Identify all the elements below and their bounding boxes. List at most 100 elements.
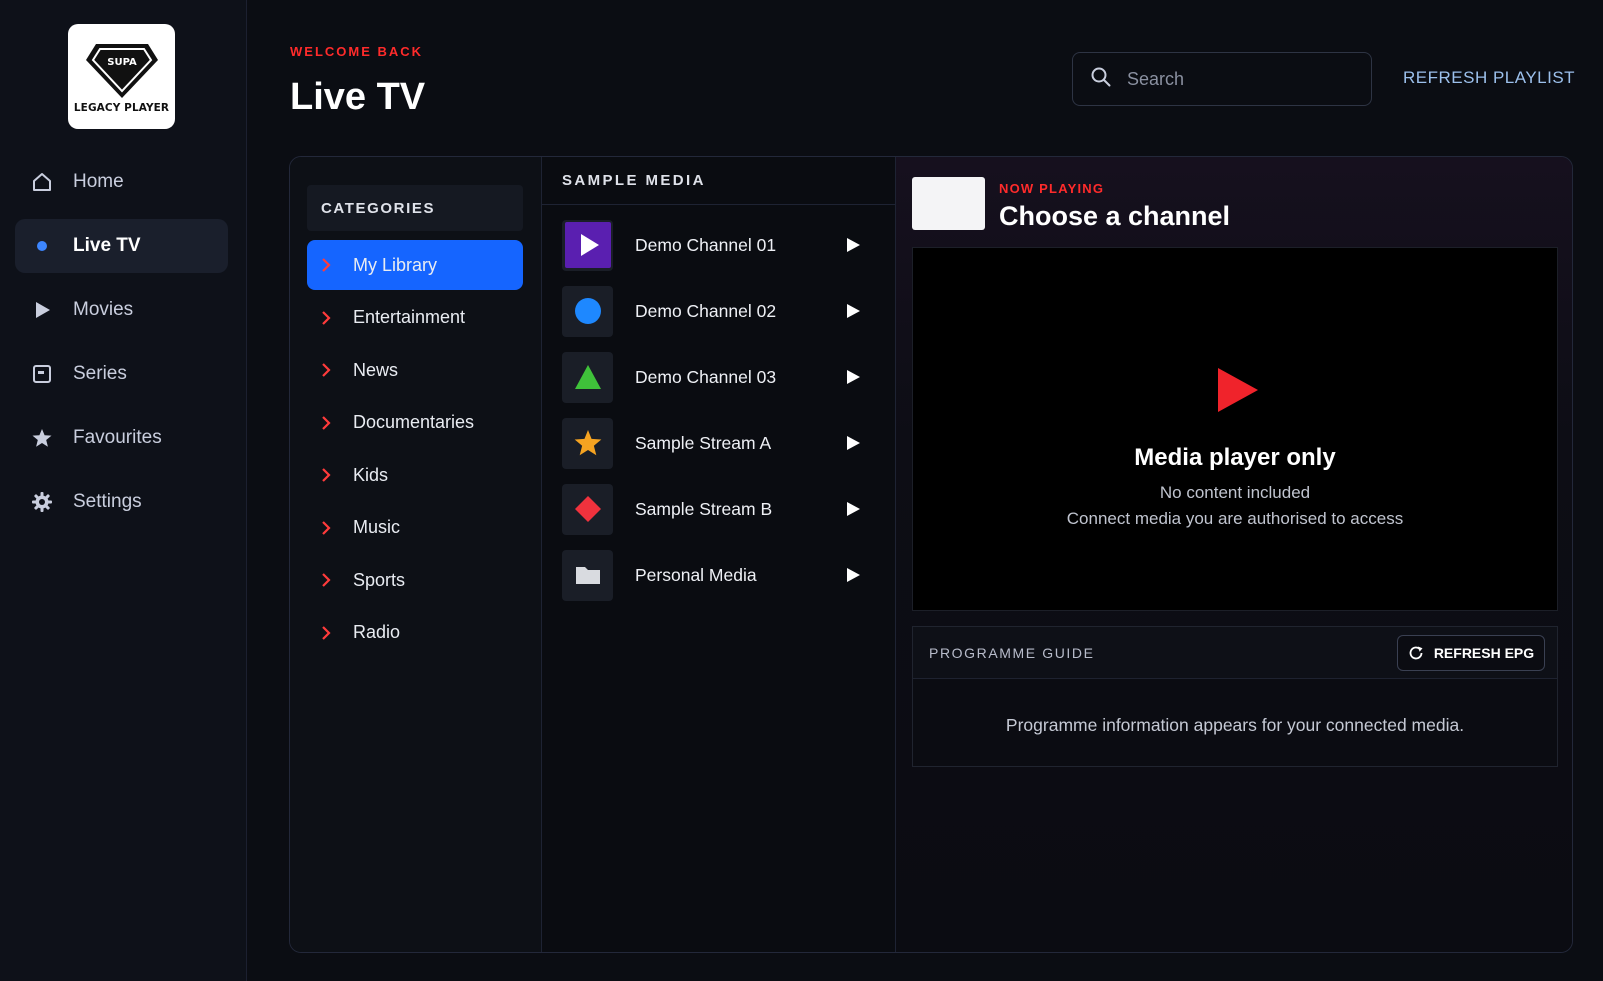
live-tv-panel: CATEGORIES My Library Entertainment News…	[289, 156, 1573, 953]
category-item-documentaries[interactable]: Documentaries	[307, 398, 523, 448]
video-player[interactable]: Media player only No content included Co…	[912, 247, 1558, 611]
sidebar-item-label: Series	[73, 363, 127, 384]
player-message-line-2: Connect media you are authorised to acce…	[1066, 509, 1404, 528]
play-icon[interactable]	[845, 567, 861, 583]
media-title: Demo Channel 03	[635, 366, 777, 387]
folder-icon	[575, 567, 600, 584]
sidebar-nav: Home Live TV Movies Series Favourites Se…	[15, 155, 228, 539]
play-icon	[31, 299, 53, 321]
sidebar-item-label: Home	[73, 171, 124, 192]
logo-bottom-text: LEGACY PLAYER	[73, 101, 170, 114]
media-header: SAMPLE MEDIA	[542, 157, 895, 205]
play-icon[interactable]	[845, 369, 861, 385]
media-item-demo-channel-02[interactable]: Demo Channel 02	[562, 285, 895, 337]
chevron-right-icon	[322, 415, 331, 430]
category-item-my-library[interactable]: My Library	[307, 240, 523, 290]
sidebar: SUPA LEGACY PLAYER Home Live TV Movies S…	[0, 0, 247, 981]
search-icon	[1091, 67, 1111, 92]
now-playing-label: NOW PLAYING	[999, 181, 1105, 196]
player-heading: Media player only	[1134, 444, 1336, 471]
search-box[interactable]	[1072, 52, 1372, 106]
programme-guide-header: PROGRAMME GUIDE REFRESH EPG	[913, 627, 1557, 679]
media-item-demo-channel-01[interactable]: Demo Channel 01	[562, 219, 895, 271]
chevron-right-icon	[322, 468, 331, 482]
category-item-radio[interactable]: Radio	[307, 608, 523, 658]
dot-icon	[31, 235, 53, 257]
category-item-kids[interactable]: Kids	[307, 450, 523, 500]
chevron-right-icon	[322, 310, 331, 325]
sidebar-item-label: Settings	[73, 491, 142, 512]
sidebar-item-favourites[interactable]: Favourites	[15, 411, 228, 465]
search-input[interactable]	[1127, 68, 1347, 90]
programme-guide-message: Programme information appears for your c…	[1005, 715, 1465, 735]
media-title: Personal Media	[635, 564, 757, 585]
media-item-sample-stream-b[interactable]: Sample Stream B	[562, 483, 895, 535]
chevron-right-icon	[322, 573, 331, 587]
category-item-sports[interactable]: Sports	[307, 555, 523, 605]
sidebar-item-live-tv[interactable]: Live TV	[15, 219, 228, 273]
media-item-personal-media[interactable]: Personal Media	[562, 549, 895, 601]
welcome-label: WELCOME BACK	[290, 44, 424, 59]
programme-guide-title: PROGRAMME GUIDE	[929, 644, 1095, 661]
play-icon[interactable]	[845, 501, 861, 517]
refresh-icon	[1409, 646, 1423, 660]
player-column: NOW PLAYING Choose a channel Media playe…	[896, 157, 1572, 952]
page-title: Live TV	[290, 76, 426, 118]
green-triangle-icon	[574, 365, 601, 389]
media-thumbnail	[562, 549, 613, 601]
categories-column: CATEGORIES My Library Entertainment News…	[290, 157, 542, 952]
category-label: Sports	[353, 569, 406, 590]
programme-guide: PROGRAMME GUIDE REFRESH EPG Programme in…	[912, 626, 1558, 767]
media-item-sample-stream-a[interactable]: Sample Stream A	[562, 417, 895, 469]
media-thumbnail	[562, 417, 613, 469]
sidebar-item-label: Live TV	[73, 235, 141, 256]
purple-play-icon	[564, 222, 611, 268]
media-title: Demo Channel 02	[635, 300, 777, 321]
media-thumbnail	[562, 219, 613, 271]
chevron-right-icon	[322, 625, 331, 640]
chevron-right-icon	[322, 363, 331, 377]
category-item-entertainment[interactable]: Entertainment	[307, 293, 523, 343]
logo-top-text: SUPA	[107, 57, 137, 68]
sidebar-item-series[interactable]: Series	[15, 347, 228, 401]
player-message-line-1: No content included	[1159, 483, 1311, 502]
now-playing-thumbnail	[912, 177, 985, 230]
sidebar-item-movies[interactable]: Movies	[15, 283, 228, 337]
categories-header: CATEGORIES	[307, 185, 523, 231]
category-label: My Library	[353, 254, 438, 275]
category-item-news[interactable]: News	[307, 345, 523, 395]
media-column: SAMPLE MEDIA Demo Channel 01 Demo Channe…	[542, 157, 896, 952]
refresh-epg-label: REFRESH EPG	[1433, 645, 1535, 661]
star-icon	[574, 430, 601, 456]
gear-icon	[31, 491, 53, 513]
diamond-logo-icon: SUPA	[85, 43, 158, 98]
sidebar-item-settings[interactable]: Settings	[15, 475, 228, 529]
play-icon[interactable]	[845, 303, 861, 319]
category-label: News	[353, 359, 399, 380]
series-icon	[31, 363, 53, 385]
blue-circle-icon	[574, 298, 601, 324]
media-list: Demo Channel 01 Demo Channel 02 Demo Cha…	[542, 205, 895, 601]
refresh-playlist-button[interactable]: REFRESH PLAYLIST	[1403, 68, 1575, 88]
sidebar-item-label: Favourites	[73, 427, 162, 448]
sidebar-item-label: Movies	[73, 299, 134, 320]
sidebar-item-home[interactable]: Home	[15, 155, 228, 209]
refresh-epg-button[interactable]: REFRESH EPG	[1397, 635, 1545, 671]
category-item-music[interactable]: Music	[307, 503, 523, 553]
category-label: Music	[353, 517, 401, 537]
category-label: Radio	[353, 622, 401, 642]
app-logo[interactable]: SUPA LEGACY PLAYER	[68, 24, 175, 129]
now-playing-title: Choose a channel	[999, 201, 1231, 231]
chevron-right-icon	[322, 520, 331, 535]
media-thumbnail	[562, 351, 613, 403]
play-icon[interactable]	[845, 435, 861, 451]
media-item-demo-channel-03[interactable]: Demo Channel 03	[562, 351, 895, 403]
media-title: Sample Stream B	[635, 498, 773, 519]
play-icon[interactable]	[845, 237, 861, 253]
big-play-icon[interactable]	[1216, 366, 1260, 414]
media-title: Sample Stream A	[635, 432, 772, 453]
red-diamond-icon	[574, 496, 601, 522]
category-label: Entertainment	[353, 307, 466, 327]
star-icon	[31, 427, 53, 449]
category-label: Documentaries	[353, 412, 475, 432]
